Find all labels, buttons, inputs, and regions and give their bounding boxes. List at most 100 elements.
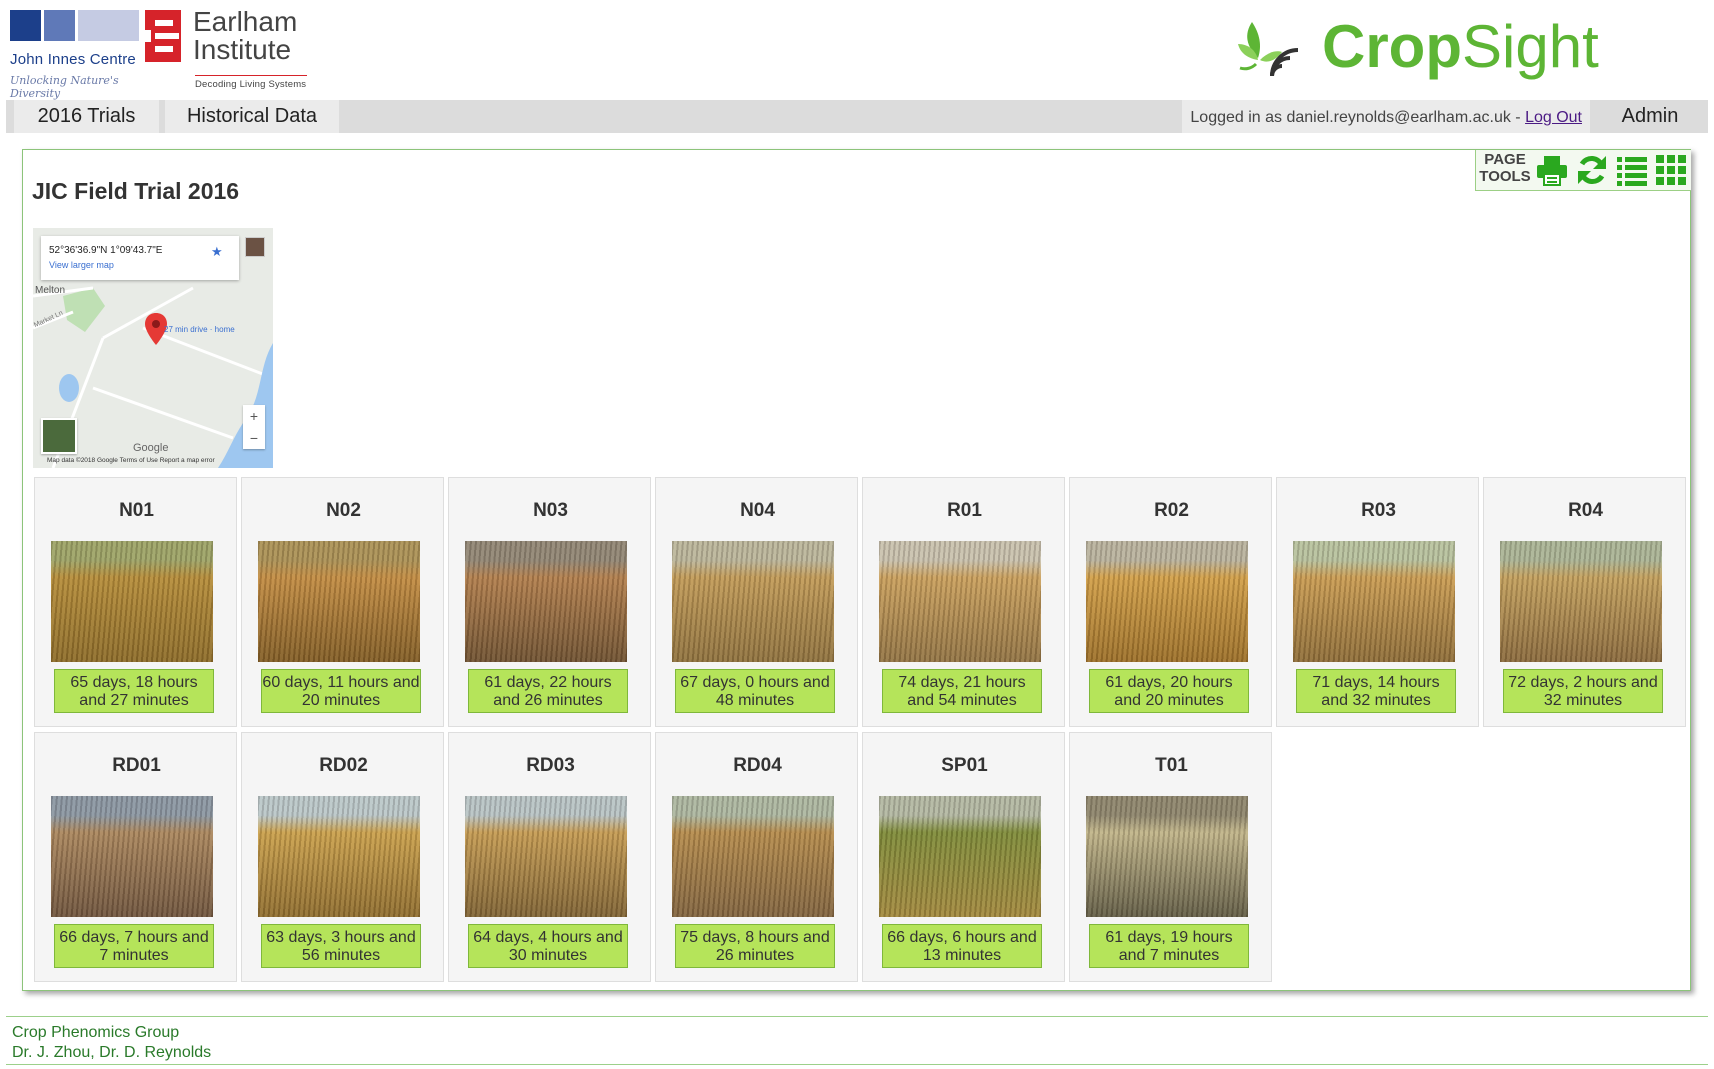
satellite-toggle[interactable] [41, 418, 77, 454]
jic-logo-name: John Innes Centre [10, 51, 136, 68]
plot-age-label: 71 days, 14 hours and 32 minutes [1296, 669, 1456, 713]
plot-photo[interactable] [258, 796, 420, 917]
plot-age-label: 61 days, 20 hours and 20 minutes [1089, 669, 1249, 713]
plot-photo[interactable] [51, 796, 213, 917]
plot-photo[interactable] [258, 541, 420, 662]
cropsight-logo[interactable]: CropSight [1322, 12, 1599, 82]
plot-tile-r02[interactable]: R02 61 days, 20 hours and 20 minutes [1069, 477, 1272, 727]
plot-name: N02 [326, 500, 361, 521]
plot-name: RD01 [112, 755, 161, 776]
plot-tile-rd01[interactable]: RD01 66 days, 7 hours and 7 minutes [34, 732, 237, 982]
plot-tile-r01[interactable]: R01 74 days, 21 hours and 54 minutes [862, 477, 1065, 727]
plot-name: RD04 [733, 755, 782, 776]
plot-age-label: 67 days, 0 hours and 48 minutes [675, 669, 835, 713]
plot-tile-sp01[interactable]: SP01 66 days, 6 hours and 13 minutes [862, 732, 1065, 982]
plot-photo[interactable] [51, 541, 213, 662]
plot-tile-rd04[interactable]: RD04 75 days, 8 hours and 26 minutes [655, 732, 858, 982]
plot-age-label: 66 days, 6 hours and 13 minutes [882, 924, 1042, 968]
plot-photo[interactable] [465, 796, 627, 917]
list-view-icon[interactable] [1615, 153, 1649, 187]
login-status-text: Logged in as daniel.reynolds@earlham.ac.… [1190, 109, 1526, 126]
tab-2016-trials[interactable]: 2016 Trials [14, 100, 159, 133]
plot-photo[interactable] [672, 541, 834, 662]
plot-tile-n03[interactable]: N03 61 days, 22 hours and 26 minutes [448, 477, 651, 727]
plot-name: RD02 [319, 755, 368, 776]
plot-photo[interactable] [672, 796, 834, 917]
earlham-logo-rule [195, 75, 307, 76]
google-logo: Google [133, 442, 169, 454]
footer: Crop Phenomics Group Dr. J. Zhou, Dr. D.… [12, 1023, 211, 1063]
plot-age-label: 61 days, 22 hours and 26 minutes [468, 669, 628, 713]
footer-divider-top [6, 1016, 1708, 1017]
plot-name: T01 [1155, 755, 1188, 776]
plot-name: R03 [1361, 500, 1396, 521]
plot-photo[interactable] [1086, 541, 1248, 662]
plot-photo[interactable] [879, 796, 1041, 917]
plot-name: RD03 [526, 755, 575, 776]
plot-photo[interactable] [879, 541, 1041, 662]
footer-divider-bottom [6, 1064, 1708, 1065]
logout-link[interactable]: Log Out [1525, 109, 1582, 126]
plot-name: SP01 [941, 755, 988, 776]
jic-logo[interactable]: John Innes Centre Unlocking Nature's Div… [10, 10, 140, 100]
save-star-icon[interactable]: ★ [211, 244, 223, 260]
plot-age-label: 74 days, 21 hours and 54 minutes [882, 669, 1042, 713]
plot-photo[interactable] [465, 541, 627, 662]
earlham-logo-name: Earlham Institute [193, 6, 298, 65]
earlham-logo-tagline: Decoding Living Systems [195, 79, 307, 90]
plot-name: R02 [1154, 500, 1189, 521]
plot-age-label: 60 days, 11 hours and 20 minutes [261, 669, 421, 713]
view-larger-map-link[interactable]: View larger map [49, 260, 114, 270]
login-status: Logged in as daniel.reynolds@earlham.ac.… [1182, 100, 1590, 133]
jic-logo-mark [10, 10, 140, 41]
plot-age-label: 66 days, 7 hours and 7 minutes [54, 924, 214, 968]
plot-tile-n02[interactable]: N02 60 days, 11 hours and 20 minutes [241, 477, 444, 727]
zoom-out-button[interactable]: − [243, 427, 265, 449]
plot-name: N01 [119, 500, 154, 521]
jic-logo-tagline: Unlocking Nature's Diversity [10, 74, 119, 100]
zoom-in-button[interactable]: + [243, 405, 265, 427]
plot-photo[interactable] [1500, 541, 1662, 662]
grid-view-icon[interactable] [1654, 153, 1688, 187]
earlham-logo-mark[interactable] [145, 10, 181, 62]
trial-panel: JIC Field Trial 2016 PAGE TOOLS Melton M… [22, 149, 1691, 991]
cropsight-leaf-icon [1238, 22, 1299, 77]
refresh-icon[interactable] [1575, 153, 1609, 187]
plot-age-label: 72 days, 2 hours and 32 minutes [1503, 669, 1663, 713]
print-icon[interactable] [1535, 153, 1569, 187]
plot-tile-rd02[interactable]: RD02 63 days, 3 hours and 56 minutes [241, 732, 444, 982]
plot-name: R01 [947, 500, 982, 521]
nav-bar: 2016 Trials Historical Data Logged in as… [6, 100, 1708, 133]
plot-age-label: 61 days, 19 hours and 7 minutes [1089, 924, 1249, 968]
map-drive-label[interactable]: 27 min drive · home [164, 325, 235, 334]
plot-tile-n04[interactable]: N04 67 days, 0 hours and 48 minutes [655, 477, 858, 727]
plot-tile-r04[interactable]: R04 72 days, 2 hours and 32 minutes [1483, 477, 1686, 727]
map-coordinates: 52°36'36.9"N 1°09'43.7"E [49, 245, 163, 256]
plot-photo[interactable] [1293, 541, 1455, 662]
plot-age-label: 75 days, 8 hours and 26 minutes [675, 924, 835, 968]
plot-tile-n01[interactable]: N01 65 days, 18 hours and 27 minutes [34, 477, 237, 727]
header: John Innes Centre Unlocking Nature's Div… [0, 0, 1714, 100]
avatar[interactable] [245, 237, 265, 257]
page-tools: PAGE TOOLS [1475, 150, 1691, 191]
plot-photo[interactable] [1086, 796, 1248, 917]
map-info-card: 52°36'36.9"N 1°09'43.7"E View larger map… [41, 236, 239, 280]
page-tools-label: PAGE TOOLS [1479, 151, 1531, 185]
page-title: JIC Field Trial 2016 [32, 178, 240, 204]
plot-tile-t01[interactable]: T01 61 days, 19 hours and 7 minutes [1069, 732, 1272, 982]
plot-tile-r03[interactable]: R03 71 days, 14 hours and 32 minutes [1276, 477, 1479, 727]
plot-name: N03 [533, 500, 568, 521]
plot-name: R04 [1568, 500, 1603, 521]
plot-tile-rd03[interactable]: RD03 64 days, 4 hours and 30 minutes [448, 732, 651, 982]
location-map[interactable]: Melton Market Ln 27 min drive · home 52°… [33, 228, 273, 468]
map-place-label: Melton [35, 285, 66, 296]
tab-historical-data[interactable]: Historical Data [165, 100, 339, 133]
plot-age-label: 63 days, 3 hours and 56 minutes [261, 924, 421, 968]
plot-age-label: 65 days, 18 hours and 27 minutes [54, 669, 214, 713]
plot-age-label: 64 days, 4 hours and 30 minutes [468, 924, 628, 968]
admin-link[interactable]: Admin [1600, 100, 1700, 133]
footer-group: Crop Phenomics Group [12, 1024, 180, 1041]
map-zoom-control: + − [243, 405, 265, 449]
plot-name: N04 [740, 500, 775, 521]
footer-authors: Dr. J. Zhou, Dr. D. Reynolds [12, 1044, 212, 1061]
